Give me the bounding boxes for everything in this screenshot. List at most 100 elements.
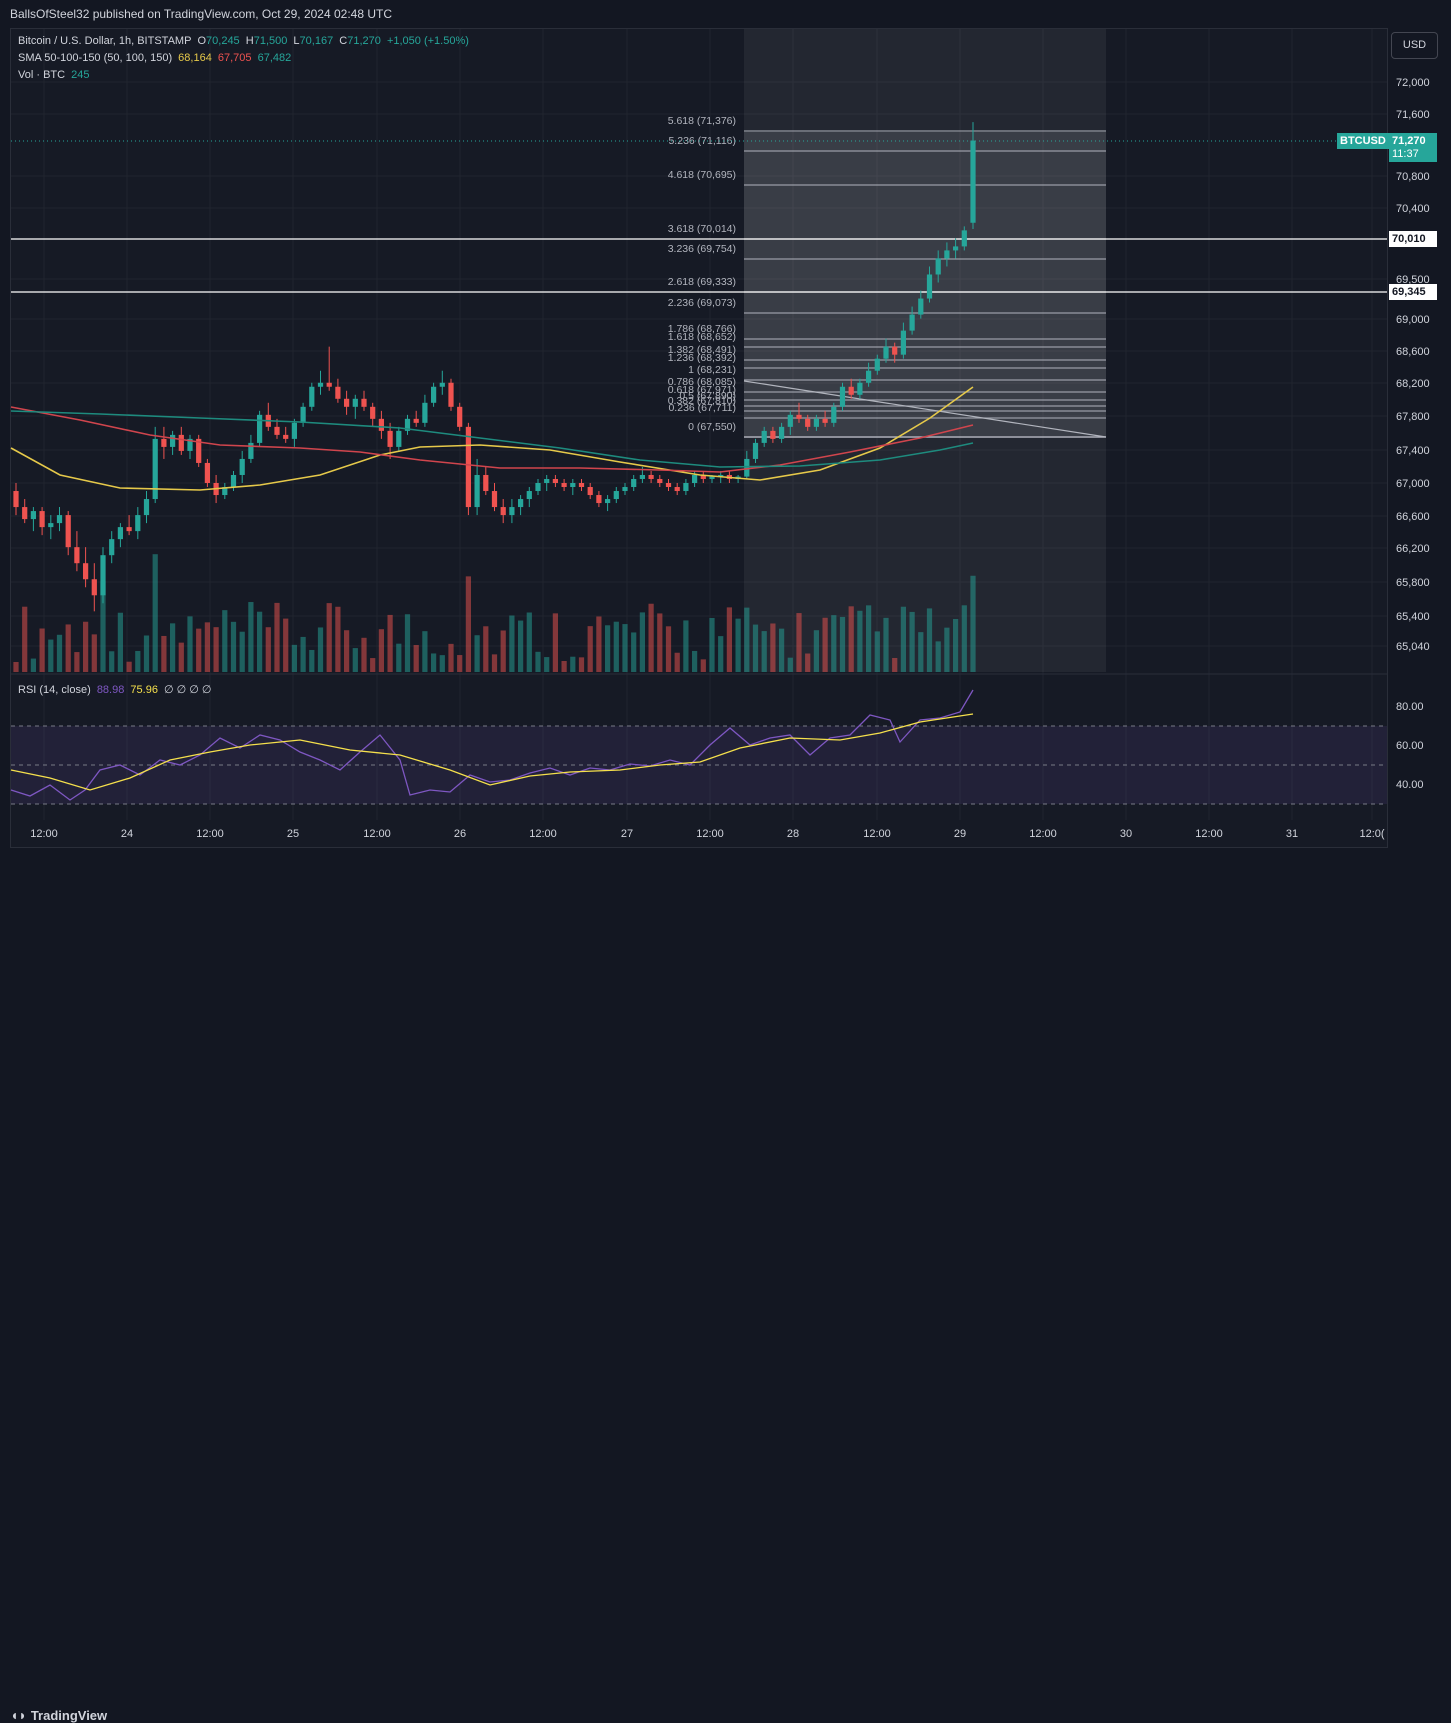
candle-body xyxy=(613,491,619,500)
rsi-ma-value: 75.96 xyxy=(130,684,158,696)
candle-body xyxy=(378,418,385,431)
volume-bar xyxy=(152,554,158,672)
volume-bar xyxy=(561,660,567,672)
volume-bar xyxy=(317,627,324,672)
volume-bar xyxy=(143,635,150,672)
volume-bar xyxy=(952,618,959,672)
volume-bar xyxy=(430,653,437,672)
candle-body xyxy=(544,478,550,483)
volume-bar xyxy=(970,575,976,672)
volume-bar xyxy=(900,606,907,672)
currency-button[interactable]: USD xyxy=(1391,32,1438,59)
volume-bar xyxy=(48,639,54,672)
candle-body xyxy=(300,406,306,423)
volume-bar xyxy=(665,626,672,672)
volume-bar xyxy=(491,654,498,672)
x-axis-tick: 12:00 xyxy=(1195,828,1223,840)
volume-bar xyxy=(474,635,480,672)
candle-body xyxy=(822,418,828,423)
volume-bar xyxy=(578,657,585,672)
candle-body xyxy=(39,511,45,528)
volume-bar xyxy=(848,606,854,672)
y-axis-tick: 72,000 xyxy=(1396,77,1430,89)
fib-level-label: 1 (68,231) xyxy=(688,364,736,376)
fib-level-label: 1.236 (68,392) xyxy=(668,352,736,364)
volume-bar xyxy=(265,627,271,672)
volume-bar xyxy=(30,658,37,672)
candle-body xyxy=(178,434,184,451)
candle-body xyxy=(474,474,480,508)
candle-body xyxy=(56,515,63,524)
candle-body xyxy=(892,346,898,355)
volume-bar xyxy=(13,662,19,672)
candle-body xyxy=(770,430,776,439)
candle-body xyxy=(926,274,933,299)
x-axis-tick: 29 xyxy=(954,828,966,840)
volume-bar xyxy=(796,613,802,672)
candle-body xyxy=(109,539,115,556)
volume-bar xyxy=(657,613,663,672)
volume-bar xyxy=(744,607,750,672)
change-value: +1,050 (+1.50%) xyxy=(386,35,469,47)
volume-bar xyxy=(805,653,811,672)
candle-body xyxy=(48,523,54,528)
fib-level-label: 1.618 (68,652) xyxy=(668,331,736,343)
x-axis-tick: 12:00 xyxy=(529,828,557,840)
fib-level-label: 0 (67,550) xyxy=(688,421,736,433)
vol-label: Vol · BTC xyxy=(18,69,66,81)
candle-body xyxy=(604,499,611,504)
y-axis-tick: 67,000 xyxy=(1396,478,1430,490)
x-axis-tick: 12:00 xyxy=(696,828,724,840)
x-axis-tick: 24 xyxy=(121,828,133,840)
y-axis-tick: 67,400 xyxy=(1396,445,1430,457)
low-label: L xyxy=(293,35,300,47)
volume-bar xyxy=(822,617,828,672)
candle-body xyxy=(317,382,324,387)
volume-bar xyxy=(291,644,298,672)
candle-body xyxy=(396,430,402,447)
chart-svg[interactable]: 5.618 (71,376) 5.236 (71,116) 4.618 (70,69… xyxy=(0,0,1451,883)
candle-body xyxy=(483,474,489,492)
sma100-value: 67,705 xyxy=(217,52,252,64)
x-axis-tick: 12:00 xyxy=(1029,828,1057,840)
volume-bar xyxy=(865,605,872,672)
volume-bar xyxy=(500,630,506,672)
volume-bar xyxy=(883,617,889,672)
candle-body xyxy=(370,406,376,419)
fib-level-label: 0.236 (67,711) xyxy=(668,402,736,414)
volume-bar xyxy=(74,652,80,672)
fib-level-label: 2.236 (69,073) xyxy=(668,297,736,309)
candle-body xyxy=(22,507,28,520)
x-axis-tick: 12:0( xyxy=(1359,828,1384,840)
candle-body xyxy=(30,511,37,520)
y-axis-tick: 69,000 xyxy=(1396,314,1430,326)
rsi-legend: RSI (14, close) 88.98 75.96 ∅ ∅ ∅ ∅ xyxy=(18,683,215,696)
candle-body xyxy=(535,483,541,492)
candle-body xyxy=(639,474,646,479)
high-label: H xyxy=(245,35,254,47)
volume-bar xyxy=(648,603,654,672)
volume-bar xyxy=(552,613,559,672)
x-axis-tick: 26 xyxy=(454,828,466,840)
sma50-value: 68,164 xyxy=(178,52,212,64)
volume-bar xyxy=(517,620,524,672)
candle-body xyxy=(596,495,602,504)
volume-bar xyxy=(857,610,863,672)
candle-body xyxy=(952,246,959,251)
volume-bar xyxy=(944,627,950,672)
sma-legend: SMA 50-100-150 (50, 100, 150) 68,164 67,… xyxy=(18,52,294,64)
candle-body xyxy=(457,406,463,427)
sma-label: SMA 50-100-150 (50, 100, 150) xyxy=(18,52,173,64)
volume-bar xyxy=(230,621,237,672)
volume-bar xyxy=(813,630,820,672)
volume-bar xyxy=(892,657,898,672)
volume-bar xyxy=(439,655,445,672)
volume-bar xyxy=(187,616,193,672)
volume-bar xyxy=(352,648,358,672)
volume-bar xyxy=(787,657,793,672)
candle-body xyxy=(761,430,767,443)
fib-level-label: 3.618 (70,014) xyxy=(668,223,736,235)
volume-bar xyxy=(370,658,376,672)
tradingview-logo[interactable]: ◖◗ TradingView xyxy=(10,1707,107,1723)
candle-body xyxy=(909,314,915,331)
